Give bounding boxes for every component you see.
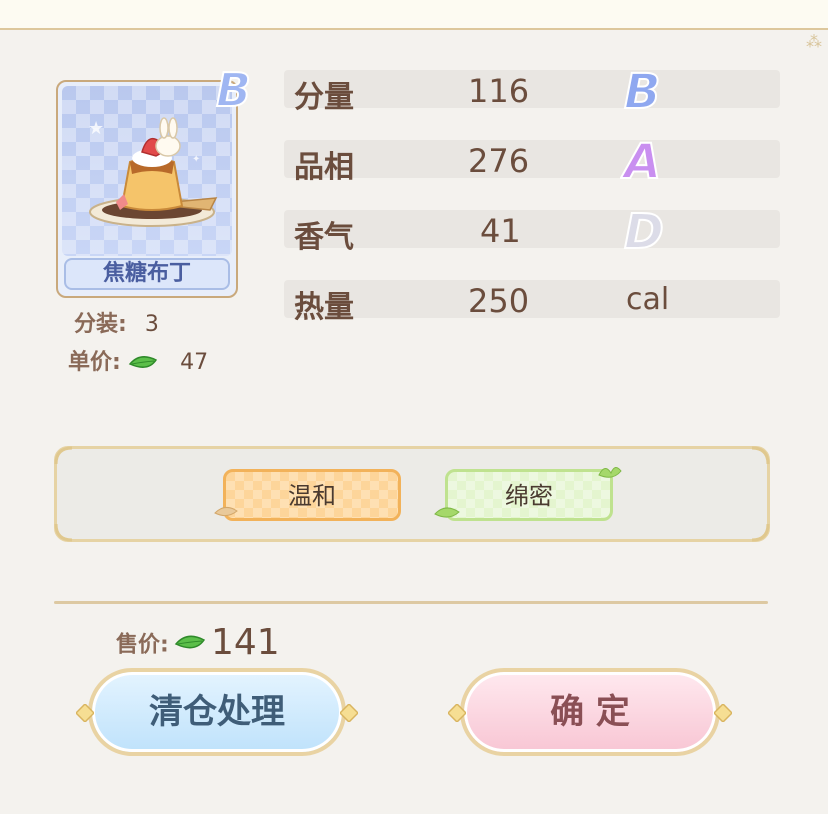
portions-label: 分装: (74, 312, 127, 337)
item-card-art-area: ★ ✦ (62, 86, 232, 256)
diamond-ornament-icon (340, 704, 358, 722)
unit-price-row: 单价: 47 (68, 344, 208, 376)
sale-price-label: 售价: (116, 632, 169, 658)
stat-label: 香气 (294, 220, 354, 255)
item-name: 焦糖布丁 (64, 258, 230, 290)
svg-text:B: B (624, 64, 661, 116)
flavor-tags-panel: 温和 绵密 (54, 446, 770, 542)
stat-label: 品相 (294, 150, 354, 185)
clearance-button[interactable]: 清仓处理 (76, 668, 358, 756)
grade-a-icon: A (620, 133, 662, 186)
stat-value: 276 (468, 142, 530, 180)
clearance-button-label: 清仓处理 (149, 692, 285, 732)
tag-dense[interactable]: 绵密 (445, 469, 613, 521)
confirm-button[interactable]: 确 定 (448, 668, 732, 756)
stat-row-portion: 分量 116 B (284, 63, 780, 116)
stat-unit: cal (626, 282, 670, 317)
leaf-decoration-icon (214, 507, 238, 517)
tag-mild[interactable]: 温和 (223, 469, 401, 521)
stat-value: 41 (480, 212, 521, 250)
item-card: ★ ✦ 焦糖布丁 (56, 80, 238, 298)
corner-ornament-icon (751, 446, 770, 465)
stat-row-appearance: 品相 276 A (284, 133, 780, 186)
section-divider (54, 601, 768, 604)
stat-label: 热量 (294, 290, 354, 325)
stat-value: 250 (468, 282, 530, 320)
tag-label: 绵密 (505, 482, 553, 510)
stat-value: 116 (468, 72, 530, 110)
top-bar (0, 0, 828, 30)
svg-text:★: ★ (88, 118, 104, 139)
unit-price-label: 单价: (68, 350, 121, 375)
sale-price-value: 141 (211, 622, 280, 663)
svg-text:D: D (624, 204, 664, 256)
tag-label: 温和 (288, 482, 336, 510)
leaf-icon (174, 635, 206, 648)
unit-price-value: 47 (180, 350, 209, 375)
diamond-ornament-icon (714, 704, 732, 722)
stat-row-calories: 热量 250 cal (284, 280, 780, 325)
corner-ornament-icon (751, 523, 770, 542)
svg-text:✦: ✦ (192, 154, 200, 165)
leaf-decoration-icon (598, 467, 622, 478)
stat-row-aroma: 香气 41 D (284, 203, 780, 256)
stat-label: 分量 (294, 80, 354, 115)
confirm-button-label: 确 定 (550, 692, 630, 732)
grade-b-icon: B (623, 63, 662, 116)
portions-row: 分装: 3 (74, 306, 159, 338)
sale-price-row: 售价: 141 (116, 622, 280, 663)
diamond-ornament-icon (448, 704, 466, 722)
svg-text:A: A (620, 134, 661, 186)
corner-ornament-icon (54, 523, 73, 542)
grade-d-icon: D (623, 203, 665, 256)
caramel-pudding-icon: ★ ✦ (88, 117, 218, 227)
corner-ornament-icon (54, 446, 73, 465)
diamond-ornament-icon (76, 704, 94, 722)
svg-text:B: B (216, 63, 251, 114)
item-grade-icon: B (215, 62, 252, 114)
leaf-icon (129, 356, 158, 368)
leaf-decoration-icon (434, 507, 460, 518)
corner-ornament-icon: ⁂ (806, 32, 822, 51)
portions-value: 3 (144, 312, 159, 337)
